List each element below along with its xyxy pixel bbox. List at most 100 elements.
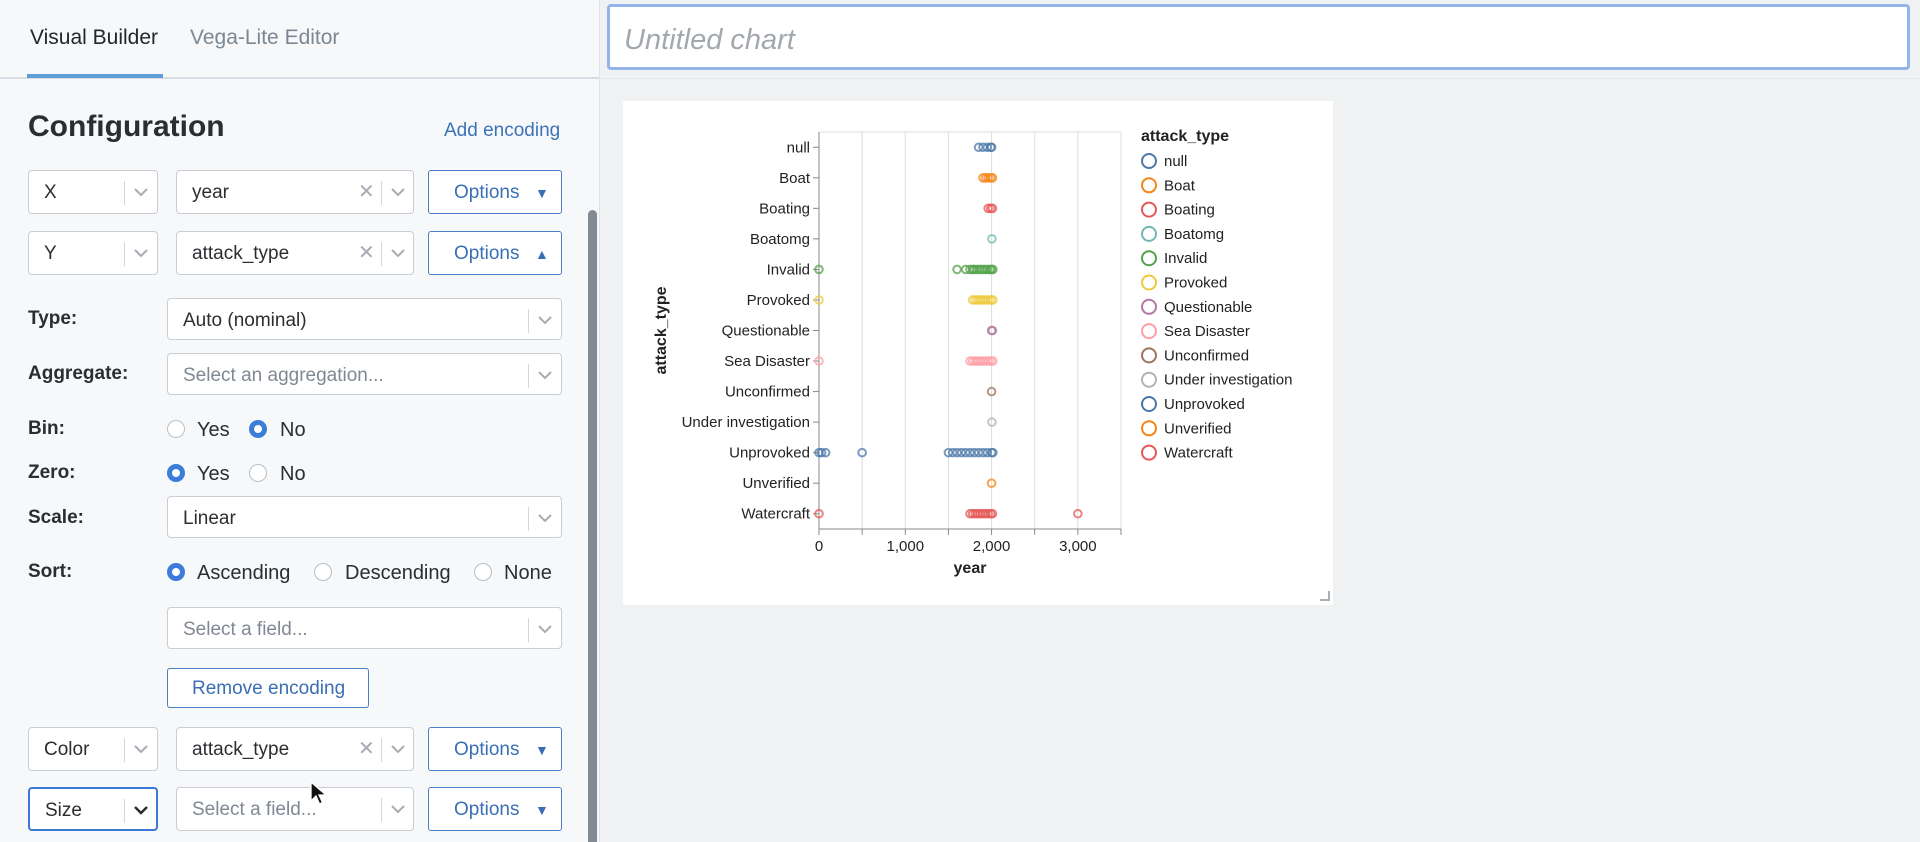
type-label: Type: — [28, 308, 78, 329]
sort-field-placeholder: Select a field... — [183, 619, 308, 640]
size-options-button[interactable]: Options ▼ — [428, 787, 562, 831]
aggregate-label: Aggregate: — [28, 363, 129, 384]
x-field-value: year — [192, 182, 229, 203]
resize-handle[interactable] — [1320, 591, 1330, 601]
chevron-down-icon — [538, 371, 552, 380]
sort-none-radio[interactable] — [474, 563, 492, 581]
mouse-cursor-icon — [310, 781, 328, 805]
y-channel-value: Y — [44, 243, 57, 264]
tab-vega-lite-editor[interactable]: Vega-Lite Editor — [190, 26, 339, 50]
legend-label: Watercraft — [1164, 445, 1233, 462]
bin-yes-label: Yes — [197, 419, 230, 441]
legend-symbol — [1141, 298, 1157, 315]
x-tick-label: 0 — [815, 538, 823, 555]
y-tick-label: Provoked — [747, 292, 810, 309]
sort-field-select[interactable]: Select a field... — [167, 607, 562, 649]
sort-ascending-radio[interactable] — [167, 563, 185, 581]
size-field-placeholder: Select a field... — [192, 799, 317, 820]
type-value: Auto (nominal) — [183, 310, 307, 331]
x-tick-label: 3,000 — [1059, 538, 1097, 555]
bin-yes-radio[interactable] — [167, 420, 185, 438]
chevron-down-icon — [134, 745, 148, 754]
y-tick-label: Under investigation — [682, 414, 810, 431]
x-channel-select[interactable]: X — [28, 170, 158, 214]
add-encoding-link[interactable]: Add encoding — [444, 120, 560, 142]
size-channel-select[interactable]: Size — [28, 787, 158, 831]
data-point — [952, 264, 962, 275]
y-tick-label: Questionable — [722, 323, 810, 340]
sort-descending-radio[interactable] — [314, 563, 332, 581]
aggregate-select[interactable]: Select an aggregation... — [167, 353, 562, 395]
size-field-select[interactable]: Select a field... — [176, 787, 414, 831]
legend-label: Sea Disaster — [1164, 323, 1250, 340]
legend-label: Invalid — [1164, 250, 1207, 267]
legend-label: Unprovoked — [1164, 396, 1245, 413]
legend-label: Unconfirmed — [1164, 347, 1249, 364]
bin-no-radio[interactable] — [249, 420, 267, 438]
y-axis-title: attack_type — [653, 286, 670, 374]
panel-scrollbar[interactable] — [588, 210, 597, 842]
legend-symbol — [1141, 274, 1157, 291]
chevron-down-icon — [391, 249, 405, 258]
chevron-down-icon — [134, 806, 148, 815]
caret-down-icon: ▼ — [535, 742, 549, 758]
clear-icon[interactable]: ✕ — [358, 182, 375, 202]
scale-label: Scale: — [28, 507, 84, 528]
color-options-button[interactable]: Options ▼ — [428, 727, 562, 771]
legend-symbol — [1141, 347, 1157, 364]
y-tick-label: null — [787, 139, 810, 156]
legend-label: Boat — [1164, 177, 1196, 194]
legend-symbol — [1141, 250, 1157, 267]
y-tick-label: Invalid — [767, 261, 810, 278]
bin-no-label: No — [280, 419, 306, 441]
type-select[interactable]: Auto (nominal) — [167, 298, 562, 340]
scale-value: Linear — [183, 508, 236, 529]
remove-encoding-button[interactable]: Remove encoding — [167, 668, 369, 708]
color-field-select[interactable]: attack_type ✕ — [176, 727, 414, 771]
legend-symbol — [1141, 177, 1157, 194]
y-tick-label: Sea Disaster — [724, 353, 810, 370]
legend-symbol — [1141, 420, 1157, 437]
legend-symbol — [1141, 225, 1157, 242]
zero-yes-radio[interactable] — [167, 464, 185, 482]
caret-up-icon: ▲ — [535, 246, 549, 262]
legend-label: Unverified — [1164, 420, 1232, 437]
legend-symbol — [1141, 201, 1157, 218]
chart-title-placeholder: Untitled chart — [624, 24, 795, 56]
legend-label: Provoked — [1164, 275, 1227, 292]
chevron-down-icon — [538, 514, 552, 523]
color-channel-select[interactable]: Color — [28, 727, 158, 771]
bin-label: Bin: — [28, 418, 65, 439]
color-channel-value: Color — [44, 739, 90, 760]
y-field-value: attack_type — [192, 243, 290, 264]
tab-visual-builder[interactable]: Visual Builder — [30, 26, 158, 50]
legend-label: Questionable — [1164, 299, 1252, 316]
active-tab-indicator — [27, 74, 163, 78]
x-options-button[interactable]: Options ▼ — [428, 170, 562, 214]
sort-descending-label: Descending — [345, 562, 451, 584]
y-options-button[interactable]: Options ▲ — [428, 231, 562, 275]
legend-symbol — [1141, 153, 1157, 169]
x-field-select[interactable]: year ✕ — [176, 170, 414, 214]
scale-select[interactable]: Linear — [167, 496, 562, 538]
chevron-down-icon — [538, 316, 552, 325]
y-field-select[interactable]: attack_type ✕ — [176, 231, 414, 275]
configuration-heading: Configuration — [28, 110, 225, 143]
x-tick-label: 2,000 — [973, 538, 1011, 555]
chevron-down-icon — [134, 188, 148, 197]
chevron-down-icon — [391, 745, 405, 754]
sort-none-label: None — [504, 562, 552, 584]
y-channel-select[interactable]: Y — [28, 231, 158, 275]
chart-preview: 0 1,000 2,000 3,000 year null Boat Boating Boato… — [623, 101, 1333, 605]
legend-label: Boatomg — [1164, 226, 1224, 243]
clear-icon[interactable]: ✕ — [358, 739, 375, 759]
y-tick-label: Boat — [779, 170, 811, 187]
legend-symbol — [1141, 396, 1157, 412]
clear-icon[interactable]: ✕ — [358, 243, 375, 263]
caret-down-icon: ▼ — [535, 802, 549, 818]
legend-label: null — [1164, 153, 1187, 170]
x-channel-value: X — [44, 182, 57, 203]
zero-no-label: No — [280, 463, 306, 485]
zero-no-radio[interactable] — [249, 464, 267, 482]
chart-title-input[interactable]: Untitled chart — [607, 4, 1910, 70]
